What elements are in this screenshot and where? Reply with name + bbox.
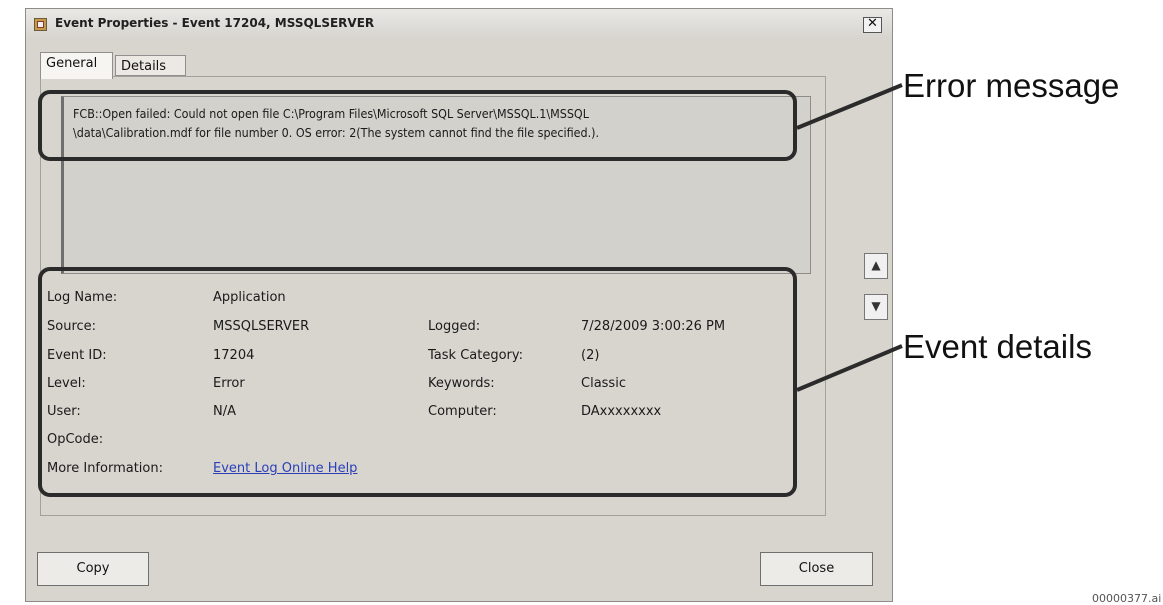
footer-id: 00000377.ai bbox=[1092, 592, 1162, 605]
arrow-up-icon[interactable]: ▲ bbox=[864, 253, 888, 279]
error-message-annotation: Error message bbox=[903, 67, 1120, 104]
window-title: Event Properties - Event 17204, MSSQLSER… bbox=[55, 16, 375, 30]
app-icon bbox=[34, 18, 47, 31]
close-button[interactable]: Close bbox=[760, 552, 873, 586]
arrow-down-icon[interactable]: ▼ bbox=[864, 294, 888, 320]
tab-general[interactable]: General bbox=[40, 52, 113, 79]
copy-button[interactable]: Copy bbox=[37, 552, 149, 586]
title-bar[interactable]: Event Properties - Event 17204, MSSQLSER… bbox=[26, 9, 892, 39]
tab-details[interactable]: Details bbox=[115, 55, 186, 76]
close-icon[interactable]: ✕ bbox=[863, 17, 882, 33]
error-message-callout-box bbox=[38, 90, 797, 161]
event-details-callout-box bbox=[38, 267, 797, 497]
event-details-annotation: Event details bbox=[903, 328, 1092, 365]
